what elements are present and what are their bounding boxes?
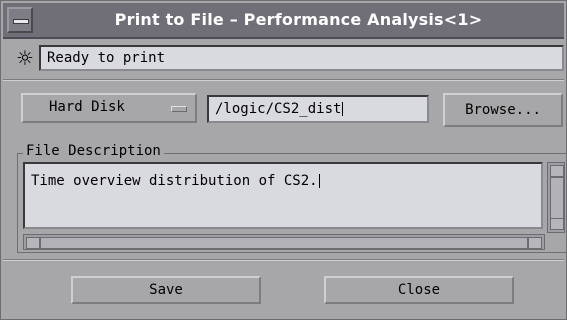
print-to-file-dialog: Print to File – Performance Analysis<1> … bbox=[0, 0, 567, 320]
horizontal-scrollbar[interactable] bbox=[23, 234, 545, 250]
window-menu-icon bbox=[13, 19, 29, 24]
title-bar: Print to File – Performance Analysis<1> bbox=[3, 3, 564, 39]
vertical-scrollbar[interactable] bbox=[547, 162, 565, 233]
close-button[interactable]: Close bbox=[324, 276, 514, 304]
sun-icon: ☼ bbox=[16, 46, 34, 70]
file-path-value: /logic/CS2_dist bbox=[215, 101, 342, 117]
file-description-text: Time overview distribution of CS2. bbox=[31, 173, 318, 189]
scroll-left-arrow-icon[interactable] bbox=[26, 237, 40, 249]
vertical-scroll-thumb[interactable] bbox=[550, 177, 564, 221]
scroll-up-arrow-icon[interactable] bbox=[550, 165, 564, 177]
file-description-textarea[interactable]: Time overview distribution of CS2. bbox=[23, 162, 543, 229]
separator bbox=[3, 79, 564, 81]
status-field: Ready to print bbox=[39, 45, 564, 71]
status-row: ☼ Ready to print bbox=[13, 43, 564, 73]
text-cursor bbox=[342, 102, 344, 116]
scroll-down-arrow-icon[interactable] bbox=[550, 218, 564, 230]
device-option-menu[interactable]: Hard Disk bbox=[21, 93, 197, 123]
horizontal-scroll-thumb[interactable] bbox=[40, 237, 528, 249]
device-option-label: Hard Disk bbox=[49, 99, 125, 115]
scroll-right-arrow-icon[interactable] bbox=[528, 237, 542, 249]
window-title: Print to File – Performance Analysis<1> bbox=[114, 10, 483, 29]
text-cursor bbox=[318, 174, 320, 188]
window-menu-button[interactable] bbox=[7, 7, 33, 33]
browse-button[interactable]: Browse... bbox=[443, 93, 563, 127]
save-button[interactable]: Save bbox=[71, 276, 261, 304]
file-path-input[interactable]: /logic/CS2_dist bbox=[207, 95, 429, 123]
option-menu-indicator-icon bbox=[171, 106, 187, 112]
separator bbox=[3, 259, 564, 261]
file-description-label: File Description bbox=[23, 142, 164, 160]
